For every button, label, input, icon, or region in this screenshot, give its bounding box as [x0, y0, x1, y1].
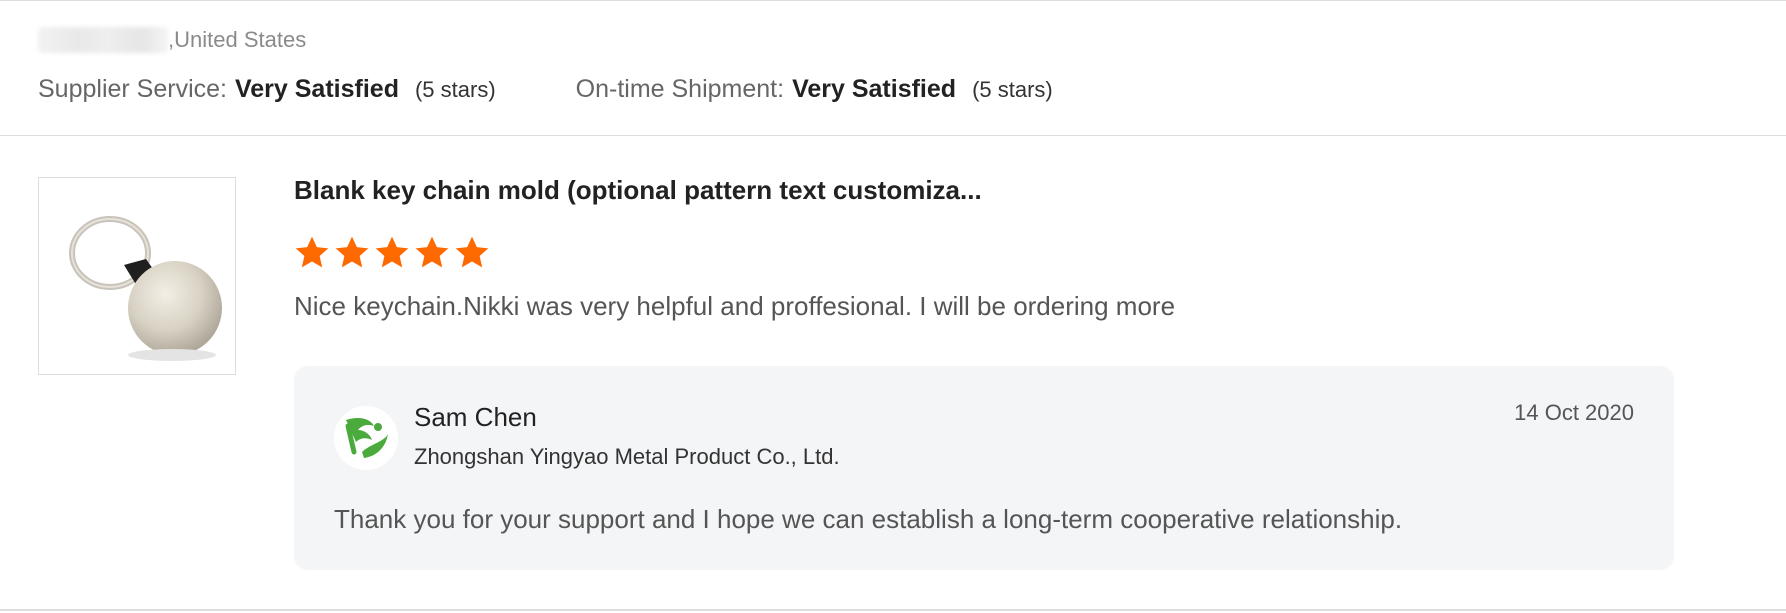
top-divider: [0, 0, 1786, 1]
reviewer-location: ,United States: [168, 27, 307, 52]
product-image[interactable]: [38, 177, 236, 375]
supplier-service-label: Supplier Service:: [38, 74, 227, 103]
star-icon: [455, 236, 489, 268]
star-icon: [335, 236, 369, 268]
ontime-shipment-label: On-time Shipment:: [575, 74, 785, 103]
avatar: [334, 406, 398, 470]
review-text: Nice keychain.Nikki was very helpful and…: [294, 291, 1176, 321]
star-icon: [415, 236, 449, 268]
reviewer-info: ,United States: [38, 26, 306, 54]
supplier-service-stars: (5 stars): [414, 76, 496, 102]
replier-company[interactable]: Zhongshan Yingyao Metal Product Co., Ltd…: [414, 444, 840, 470]
supplier-reply: Sam Chen Zhongshan Yingyao Metal Product…: [294, 366, 1674, 570]
ontime-shipment-rating: On-time Shipment: Very Satisfied (5 star…: [576, 75, 1053, 104]
supplier-service-rating: Supplier Service: Very Satisfied (5 star…: [38, 75, 496, 104]
reviewer-name-blurred: [38, 27, 168, 53]
star-icon: [295, 236, 329, 268]
ontime-shipment-value: Very Satisfied: [792, 74, 957, 103]
reply-text: Thank you for your support and I hope we…: [334, 504, 1403, 534]
reply-date: 14 Oct 2020: [1514, 400, 1634, 425]
bottom-divider: [0, 609, 1786, 611]
product-title[interactable]: Blank key chain mold (optional pattern t…: [294, 175, 982, 206]
replier-name: Sam Chen: [414, 402, 537, 432]
supplier-service-value: Very Satisfied: [234, 74, 399, 103]
review-star-rating: [292, 233, 492, 273]
keychain-icon: [69, 216, 222, 361]
ratings-summary: Supplier Service: Very Satisfied (5 star…: [38, 72, 1053, 106]
section-divider: [0, 135, 1786, 136]
star-icon: [375, 236, 409, 268]
ontime-shipment-stars: (5 stars): [972, 76, 1053, 102]
company-logo-icon: [345, 418, 388, 458]
